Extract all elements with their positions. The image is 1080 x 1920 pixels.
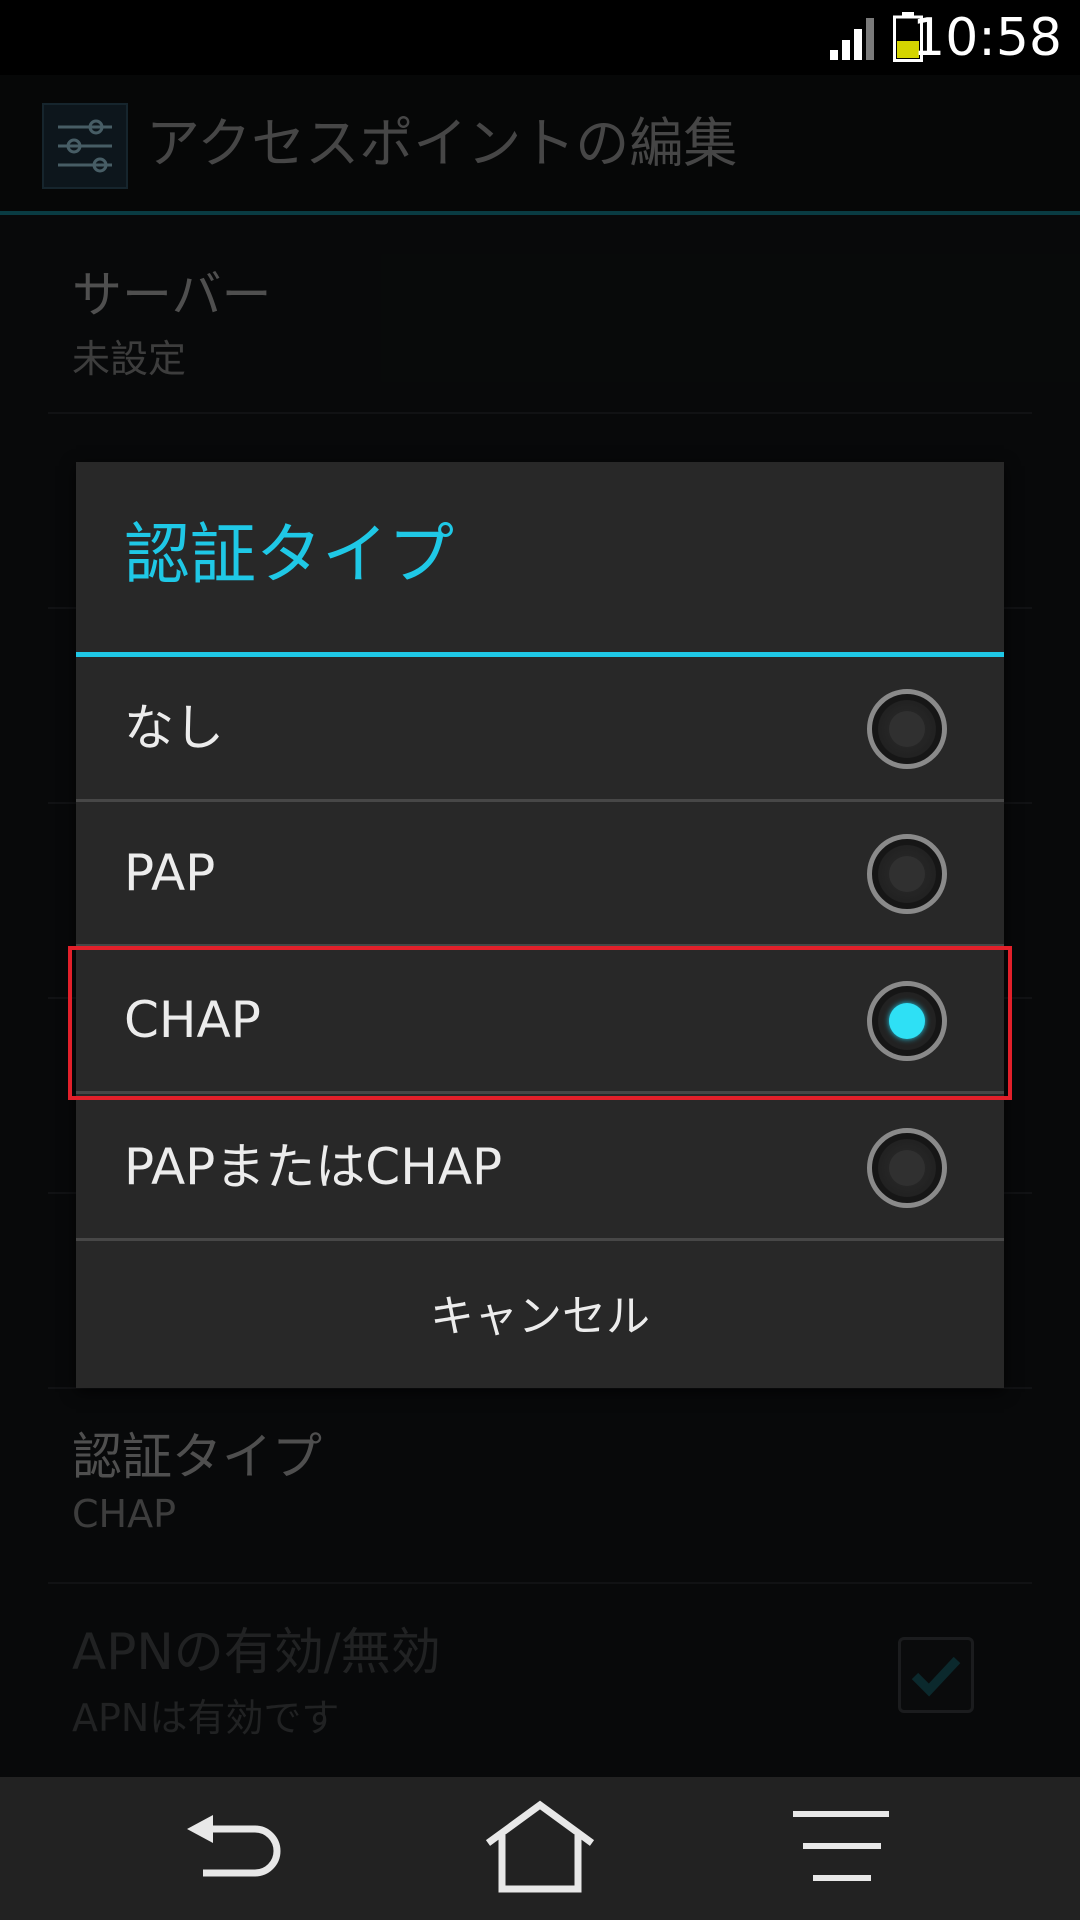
radio-button[interactable] <box>867 1128 947 1208</box>
radio-button[interactable] <box>867 689 947 769</box>
dialog-title: 認証タイプ <box>124 516 454 593</box>
signal-icon <box>830 18 874 60</box>
auth-type-dialog: 認証タイプ なし PAP CHAP PAPまたはCHAP キャンセル <box>76 462 1004 1388</box>
menu-icon[interactable] <box>785 1797 905 1897</box>
navigation-bar <box>0 1777 1080 1920</box>
radio-button[interactable] <box>867 834 947 914</box>
screen: 10:58 アクセスポイントの編集 サーバー 未設定 認証タイプ CHAP AP… <box>0 0 1080 1920</box>
radio-dot <box>889 1150 925 1186</box>
option-label: PAP <box>124 844 216 902</box>
option-label: なし <box>124 699 224 757</box>
radio-dot <box>889 711 925 747</box>
option-pap[interactable]: PAP <box>76 802 1004 947</box>
option-label: PAPまたはCHAP <box>124 1138 503 1196</box>
clock: 10:58 <box>912 8 1062 68</box>
cancel-button[interactable]: キャンセル <box>76 1246 1004 1388</box>
selection-highlight-box <box>68 946 1012 1100</box>
option-none[interactable]: なし <box>76 657 1004 802</box>
radio-dot <box>889 856 925 892</box>
home-icon[interactable] <box>480 1797 600 1897</box>
option-pap-or-chap[interactable]: PAPまたはCHAP <box>76 1096 1004 1241</box>
status-bar: 10:58 <box>0 0 1080 75</box>
back-icon[interactable] <box>175 1797 295 1897</box>
